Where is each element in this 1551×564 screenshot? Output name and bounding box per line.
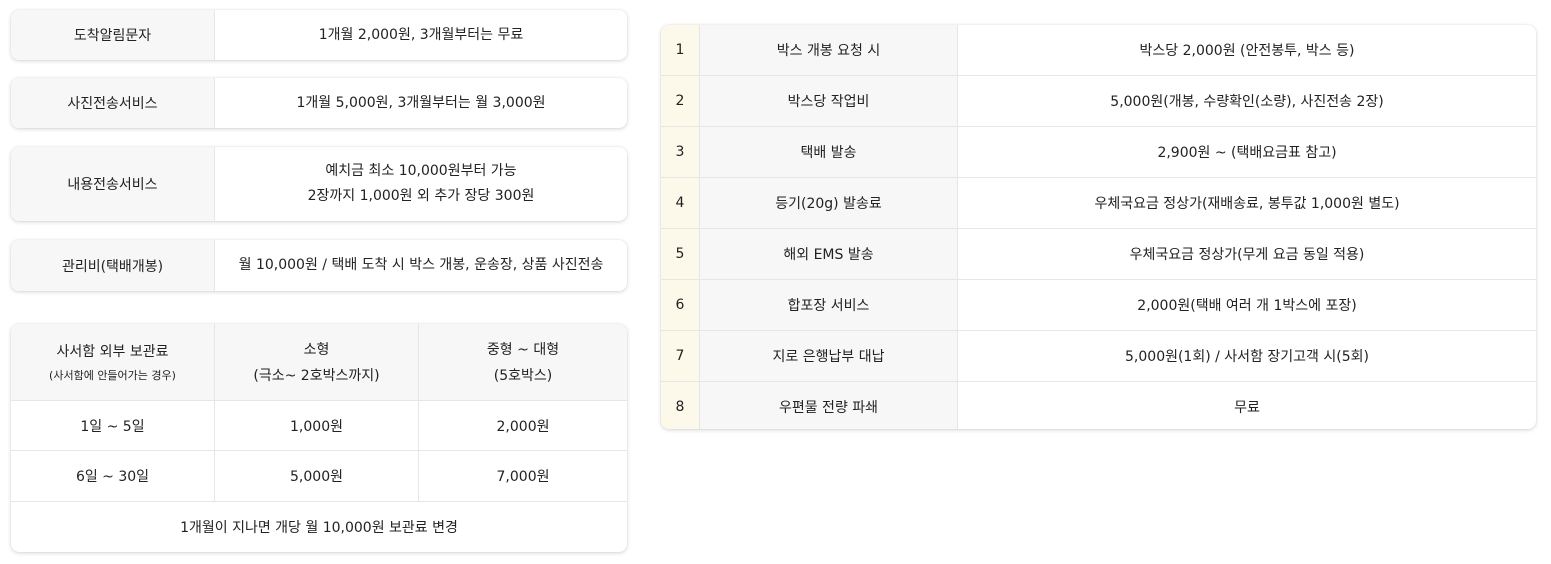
fee-item: 우편물 전량 파쇄	[700, 382, 958, 429]
fee-price: 2,900원 ~ (택배요금표 참고)	[1157, 145, 1337, 161]
storage-small-price: 5,000원	[215, 451, 419, 502]
fee-item: 해외 EMS 발송	[700, 229, 958, 279]
fee-price: 5,000원(1회) / 사서함 장기고객 시(5회)	[1125, 349, 1369, 365]
fee-price: 무료	[1234, 400, 1260, 416]
service-label: 사진전송서비스	[11, 78, 215, 128]
storage-header-note: (5호박스)	[493, 367, 553, 384]
fee-price: 우체국요금 정상가(무게 요금 동일 적용)	[1129, 247, 1365, 263]
service-label: 내용전송서비스	[11, 147, 215, 221]
service-card-management: 관리비(택배개봉) 월 10,000원 / 택배 도착 시 박스 개봉, 운송장…	[11, 240, 627, 291]
service-label: 도착알림문자	[11, 10, 215, 60]
storage-small-price: 1,000원	[215, 400, 419, 451]
storage-note-row: 1개월이 지나면 개당 월 10,000원 보관료 변경	[11, 502, 627, 552]
storage-header-row: 사서함 외부 보관료 (사서함에 안들어가는 경우) 소형 (극소~ 2호박스까…	[11, 324, 627, 401]
fee-item: 박스당 작업비	[700, 76, 958, 126]
table-row: 6 합포장 서비스 2,000원(택배 여러 개 1박스에 포장)	[661, 280, 1536, 331]
table-row: 3 택배 발송 2,900원 ~ (택배요금표 참고)	[661, 127, 1536, 178]
storage-note: 1개월이 지나면 개당 월 10,000원 보관료 변경	[180, 520, 458, 537]
storage-header-title: 소형	[303, 341, 330, 358]
storage-large-price: 2,000원	[496, 418, 550, 435]
fee-item: 등기(20g) 발송료	[700, 178, 958, 228]
service-value: 예치금 최소 10,000원부터 가능 2장까지 1,000원 외 추가 장당 …	[215, 147, 627, 221]
service-card-content: 내용전송서비스 예치금 최소 10,000원부터 가능 2장까지 1,000원 …	[11, 147, 627, 221]
fee-number: 1	[661, 25, 700, 75]
fee-item: 박스 개봉 요청 시	[700, 25, 958, 75]
table-row: 2 박스당 작업비 5,000원(개봉, 수량확인(소량), 사진전송 2장)	[661, 76, 1536, 127]
additional-fee-table: 1 박스 개봉 요청 시 박스당 2,000원 (안전봉투, 박스 등) 2 박…	[661, 25, 1536, 429]
fee-number: 6	[661, 280, 700, 330]
fee-item: 합포장 서비스	[700, 280, 958, 330]
fee-number: 4	[661, 178, 700, 228]
service-label: 관리비(택배개봉)	[11, 240, 215, 291]
storage-large-price: 7,000원	[496, 469, 550, 486]
storage-fee-table: 사서함 외부 보관료 (사서함에 안들어가는 경우) 소형 (극소~ 2호박스까…	[11, 324, 627, 552]
service-value: 1개월 2,000원, 3개월부터는 무료	[215, 10, 627, 60]
storage-header-period: 사서함 외부 보관료 (사서함에 안들어가는 경우)	[11, 324, 215, 400]
service-value-line: 2장까지 1,000원 외 추가 장당 300원	[307, 188, 535, 204]
table-row: 5 해외 EMS 발송 우체국요금 정상가(무게 요금 동일 적용)	[661, 229, 1536, 280]
fee-price: 박스당 2,000원 (안전봉투, 박스 등)	[1139, 43, 1355, 59]
service-value-line: 1개월 5,000원, 3개월부터는 월 3,000원	[296, 94, 546, 111]
fee-number: 7	[661, 331, 700, 381]
storage-header-title: 중형 ~ 대형	[486, 341, 560, 358]
table-row: 7 지로 은행납부 대납 5,000원(1회) / 사서함 장기고객 시(5회)	[661, 331, 1536, 382]
fee-item: 택배 발송	[700, 127, 958, 177]
service-value-line: 1개월 2,000원, 3개월부터는 무료	[318, 26, 524, 43]
storage-period: 6일 ~ 30일	[11, 451, 215, 502]
fee-number: 2	[661, 76, 700, 126]
fee-price: 우체국요금 정상가(재배송료, 봉투값 1,000원 별도)	[1094, 196, 1400, 212]
fee-number: 3	[661, 127, 700, 177]
fee-price: 2,000원(택배 여러 개 1박스에 포장)	[1137, 298, 1357, 314]
service-card-arrival-sms: 도착알림문자 1개월 2,000원, 3개월부터는 무료	[11, 10, 627, 60]
fee-price: 5,000원(개봉, 수량확인(소량), 사진전송 2장)	[1110, 94, 1384, 110]
table-row: 1일 ~ 5일 1,000원 2,000원	[11, 400, 627, 452]
storage-header-large: 중형 ~ 대형 (5호박스)	[419, 324, 627, 400]
service-value: 1개월 5,000원, 3개월부터는 월 3,000원	[215, 78, 627, 128]
table-row: 4 등기(20g) 발송료 우체국요금 정상가(재배송료, 봉투값 1,000원…	[661, 178, 1536, 229]
service-value-line: 월 10,000원 / 택배 도착 시 박스 개봉, 운송장, 상품 사진전송	[238, 257, 604, 273]
table-row: 1 박스 개봉 요청 시 박스당 2,000원 (안전봉투, 박스 등)	[661, 25, 1536, 76]
storage-header-small: 소형 (극소~ 2호박스까지)	[215, 324, 419, 400]
service-card-photo: 사진전송서비스 1개월 5,000원, 3개월부터는 월 3,000원	[11, 78, 627, 128]
storage-header-title: 사서함 외부 보관료	[56, 343, 169, 360]
fee-number: 5	[661, 229, 700, 279]
fee-item: 지로 은행납부 대납	[700, 331, 958, 381]
table-row: 6일 ~ 30일 5,000원 7,000원	[11, 451, 627, 503]
storage-header-note: (극소~ 2호박스까지)	[253, 367, 380, 384]
fee-number: 8	[661, 382, 700, 429]
service-value: 월 10,000원 / 택배 도착 시 박스 개봉, 운송장, 상품 사진전송	[215, 240, 627, 291]
storage-header-note: (사서함에 안들어가는 경우)	[49, 368, 176, 382]
storage-period: 1일 ~ 5일	[11, 400, 215, 451]
table-row: 8 우편물 전량 파쇄 무료	[661, 382, 1536, 429]
service-value-line: 예치금 최소 10,000원부터 가능	[325, 163, 517, 179]
